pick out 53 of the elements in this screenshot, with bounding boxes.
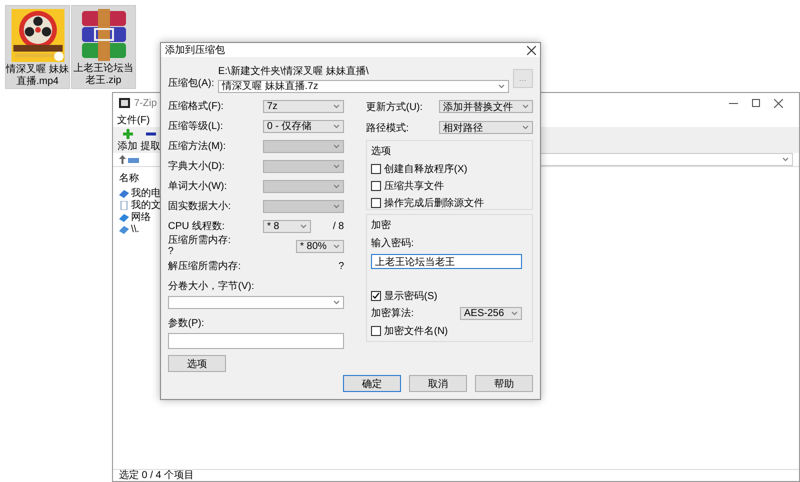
toolbar-label[interactable]: 提取 — [140, 139, 160, 153]
dropdown[interactable]: 0 - 仅存储 — [263, 120, 344, 132]
dialog-button[interactable]: 取消 — [409, 375, 467, 392]
field-label: CPU 线程数: — [168, 220, 226, 233]
list-item[interactable]: 我的文 — [131, 200, 161, 211]
field-label: 压缩等级(L): — [168, 120, 224, 133]
dropdown[interactable]: 7z — [263, 100, 344, 112]
dialog-button[interactable]: 帮助 — [475, 375, 533, 392]
field-label: 参数(P): — [168, 316, 206, 330]
field-label: 字典大小(D): — [168, 160, 226, 173]
field-label: 路径模式: — [366, 122, 410, 134]
dropdown[interactable]: * 80% — [296, 240, 344, 252]
field-label: 压缩方法(M): — [168, 140, 227, 153]
dialog-title: 添加到压缩包 — [165, 44, 225, 57]
field-label: 压缩格式(F): — [168, 100, 225, 113]
file-name: 情深叉喔 妹妹直播.mp4 — [6, 64, 69, 88]
memory-value: ? — [338, 260, 344, 272]
field-label: 加密算法: — [371, 306, 414, 320]
field-label: 单词大小(W): — [168, 180, 228, 193]
options-button[interactable]: 选项 — [168, 355, 226, 372]
archive-name-field[interactable]: 情深叉喔 妹妹直播.7z — [218, 80, 509, 92]
window-title: 7-Zip — [134, 98, 157, 108]
list-item[interactable]: \\. — [131, 224, 140, 235]
checkbox-label[interactable]: 显示密码(S) — [384, 288, 438, 302]
archive-path: E:\新建文件夹\情深叉喔 妹妹直播\ — [218, 64, 370, 78]
file-name: 上老王论坛当老王.zip — [72, 63, 134, 87]
checkbox-label[interactable]: 加密文件名(N) — [384, 324, 448, 338]
field-label: 输入密码: — [371, 236, 415, 250]
dialog-button[interactable]: 确定 — [343, 375, 401, 392]
checkbox-label[interactable]: 压缩共享文件 — [384, 178, 444, 192]
list-item[interactable]: 网络 — [131, 212, 151, 223]
password-field[interactable]: 上老王论坛当老王 — [371, 254, 522, 269]
status-text: 选定 0 / 4 个项目 — [119, 470, 194, 481]
checkbox-label[interactable]: 创建自释放程序(X) — [384, 162, 468, 176]
field-label: 解压缩所需内存: — [168, 260, 242, 273]
field-label: 固实数据大小: — [168, 200, 232, 213]
toolbar-label[interactable]: 添加 — [118, 139, 138, 153]
group-title: 选项 — [371, 144, 392, 158]
field-label: 分卷大小，字节(V): — [168, 280, 256, 293]
checkbox-label[interactable]: 操作完成后删除源文件 — [384, 196, 484, 210]
field-label: 压缩包(A): — [168, 76, 214, 90]
menu-item[interactable]: 文件(F) — [117, 113, 150, 127]
thread-count: / 8 — [332, 220, 344, 232]
dropdown[interactable]: 相对路径 — [439, 121, 533, 134]
field-label: 压缩所需内存: — [168, 235, 232, 246]
memory-value: ? — [168, 246, 175, 257]
field-label: 更新方式(U): — [366, 100, 424, 114]
dropdown[interactable]: 添加并替换文件 — [439, 100, 533, 113]
desktop-icon[interactable]: 上老王论坛当老王.zip — [71, 5, 136, 89]
dropdown[interactable]: * 8 — [263, 220, 311, 232]
desktop-icon[interactable]: 情深叉喔 妹妹直播.mp4 — [5, 5, 70, 89]
dropdown[interactable]: AES-256 — [460, 306, 522, 320]
group-title: 加密 — [371, 218, 392, 232]
